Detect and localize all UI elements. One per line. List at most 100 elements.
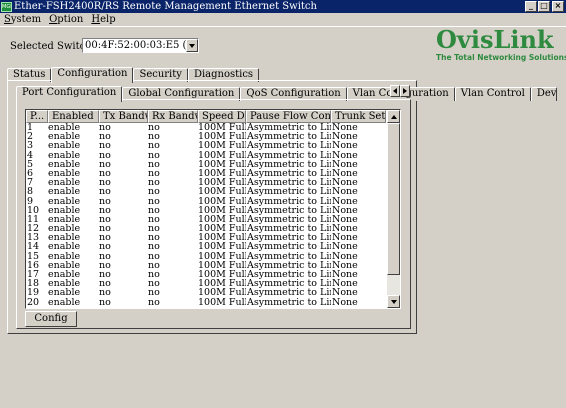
table-row[interactable]: 16 enable no no 100M FullAsymmetric to LinkP… (26, 261, 386, 270)
port-table[interactable]: P... Enabled Tx Bandw... Rx Bandw... Spe… (25, 109, 401, 309)
table-row[interactable]: 17 enable no no 100M FullAsymmetric to LinkP… (26, 270, 386, 279)
table-body: 1enablenono100M FullAsymmetric to LinkPa… (26, 123, 386, 307)
cell-rx-bandwidth: no (148, 178, 160, 188)
minimize-icon[interactable]: _ (525, 1, 537, 12)
table-row[interactable]: 20 enable no no 100M FullAsymmetric to LinkP… (26, 298, 386, 307)
table-row[interactable]: 9 enable no no 100M FullAsymmetric to LinkPa… (26, 197, 386, 206)
table-row[interactable]: 1 enable no no 100M FullAsymmetric to LinkPa… (26, 123, 386, 132)
table-row[interactable]: 19 enable no no 100M FullAsymmetric to LinkP… (26, 288, 386, 297)
cell-rx-bandwidth: no (148, 224, 160, 234)
cell-tx-bandwidth: no (99, 251, 111, 261)
cell-trunk-setting: None (332, 159, 358, 169)
switch-mac-select[interactable]: 00:4F:52:00:03:E5 (SWITCH (82, 38, 199, 53)
cell-enabled: enable (48, 297, 81, 307)
cell-pause-flow-control: Asymmetric to LinkPartn (247, 187, 331, 197)
cell-pause-flow-control: Asymmetric to LinkPartn (247, 242, 331, 252)
cell-pause-flow-control: Asymmetric to LinkPartn (247, 279, 331, 289)
cell-tx-bandwidth: no (99, 297, 111, 307)
menu-option[interactable]: Option (49, 14, 83, 25)
title-bar: MGMT Ether-FSH2400R/RS Remote Management… (0, 0, 566, 13)
cell-port: 5 (27, 159, 34, 169)
col-pause-flow-control[interactable]: Pause Flow Control (246, 110, 331, 123)
table-row[interactable]: 8 enable no no 100M FullAsymmetric to LinkPa… (26, 187, 386, 196)
cell-trunk-setting: None (332, 251, 358, 261)
table-row[interactable]: 12 enable no no 100M FullAsymmetric to LinkP… (26, 224, 386, 233)
table-row[interactable]: 15 enable no no 100M FullAsymmetric to LinkP… (26, 252, 386, 261)
cell-pause-flow-control: Asymmetric to LinkPartn (247, 297, 331, 307)
cell-trunk-setting: None (332, 214, 358, 225)
cell-speed-duplex: 100M Full (198, 141, 246, 151)
cell-tx-bandwidth: no (99, 168, 111, 179)
table-row[interactable]: 11 enable no no 100M FullAsymmetric to LinkP… (26, 215, 386, 224)
ovislink-logo: OvisLink The Total Networking Solutions (436, 25, 566, 63)
cell-port: 4 (27, 150, 34, 160)
tab-port-configuration[interactable]: Port Configuration (16, 86, 123, 102)
cell-tx-bandwidth: no (99, 123, 111, 133)
menu-help[interactable]: Help (91, 14, 115, 25)
cell-trunk-setting: None (332, 270, 358, 280)
cell-port: 19 (27, 288, 40, 298)
table-row[interactable]: 18 enable no no 100M FullAsymmetric to LinkP… (26, 279, 386, 288)
table-row[interactable]: 13 enable no no 100M FullAsymmetric to LinkP… (26, 233, 386, 242)
cell-speed-duplex: 100M Full (198, 178, 246, 188)
col-enabled[interactable]: Enabled (48, 110, 99, 123)
col-rx-bandwidth[interactable]: Rx Bandw... (148, 110, 198, 123)
cell-pause-flow-control: Asymmetric to LinkPartn (247, 178, 331, 188)
table-scrollbar[interactable] (387, 110, 400, 308)
col-speed-duplex[interactable]: Speed Du... (198, 110, 246, 123)
cell-rx-bandwidth: no (148, 288, 160, 298)
cell-rx-bandwidth: no (148, 150, 160, 160)
col-tx-bandwidth[interactable]: Tx Bandw... (99, 110, 148, 123)
cell-trunk-setting: None (332, 150, 358, 160)
cell-pause-flow-control: Asymmetric to LinkPartn (247, 233, 331, 243)
cell-enabled: enable (48, 196, 81, 206)
cell-enabled: enable (48, 279, 81, 289)
cell-pause-flow-control: Asymmetric to LinkPartn (247, 123, 331, 133)
cell-port: 8 (27, 187, 34, 197)
tab-configuration[interactable]: Configuration (51, 67, 134, 83)
col-port[interactable]: P... (26, 110, 48, 123)
table-row[interactable]: 5 enable no no 100M FullAsymmetric to LinkPa… (26, 160, 386, 169)
tab-vlan-control[interactable]: Vlan Control (454, 87, 531, 101)
cell-speed-duplex: 100M Full (198, 150, 246, 160)
cell-speed-duplex: 100M Full (198, 205, 246, 215)
cell-enabled: enable (48, 251, 81, 261)
cell-speed-duplex: 100M Full (198, 260, 246, 270)
cell-trunk-setting: None (332, 132, 358, 142)
table-row[interactable]: 14 enable no no 100M FullAsymmetric to LinkP… (26, 242, 386, 251)
cell-enabled: enable (48, 168, 81, 179)
close-icon[interactable]: × (552, 1, 564, 12)
scroll-thumb[interactable] (387, 123, 400, 275)
logo-name: OvisLink (436, 25, 554, 54)
table-row[interactable]: 6 enable no no 100M FullAsymmetric to LinkPa… (26, 169, 386, 178)
scroll-up-icon[interactable] (387, 110, 400, 123)
config-button[interactable]: Config (25, 311, 77, 327)
chevron-down-icon[interactable] (186, 39, 198, 52)
cell-enabled: enable (48, 141, 81, 151)
cell-trunk-setting: None (332, 224, 358, 234)
cell-speed-duplex: 100M Full (198, 159, 246, 169)
cell-pause-flow-control: Asymmetric to LinkPartn (247, 196, 331, 206)
scroll-down-icon[interactable] (387, 295, 400, 308)
menu-system[interactable]: System (4, 14, 41, 25)
cell-rx-bandwidth: no (148, 159, 160, 169)
cell-enabled: enable (48, 187, 81, 197)
cell-speed-duplex: 100M Full (198, 224, 246, 234)
cell-tx-bandwidth: no (99, 187, 111, 197)
table-row[interactable]: 4 enable no no 100M FullAsymmetric to LinkPa… (26, 151, 386, 160)
tab-device[interactable]: Device (530, 87, 557, 101)
scroll-right-icon[interactable] (400, 85, 410, 97)
table-row[interactable]: 10 enable no no 100M FullAsymmetric to LinkP… (26, 206, 386, 215)
cell-tx-bandwidth: no (99, 270, 111, 280)
restore-icon[interactable]: □ (538, 1, 550, 12)
cell-tx-bandwidth: no (99, 233, 111, 243)
cell-tx-bandwidth: no (99, 150, 111, 160)
cell-rx-bandwidth: no (148, 141, 160, 151)
scroll-left-icon[interactable] (390, 85, 400, 97)
table-row[interactable]: 7 enable no no 100M FullAsymmetric to LinkPa… (26, 178, 386, 187)
col-trunk-setting[interactable]: Trunk Setting (331, 110, 386, 123)
table-row[interactable]: 2 enable no no 100M FullAsymmetric to LinkPa… (26, 132, 386, 141)
cell-rx-bandwidth: no (148, 214, 160, 225)
table-row[interactable]: 3 enable no no 100M FullAsymmetric to LinkPa… (26, 141, 386, 150)
cell-pause-flow-control: Asymmetric to LinkPartn (247, 260, 331, 270)
